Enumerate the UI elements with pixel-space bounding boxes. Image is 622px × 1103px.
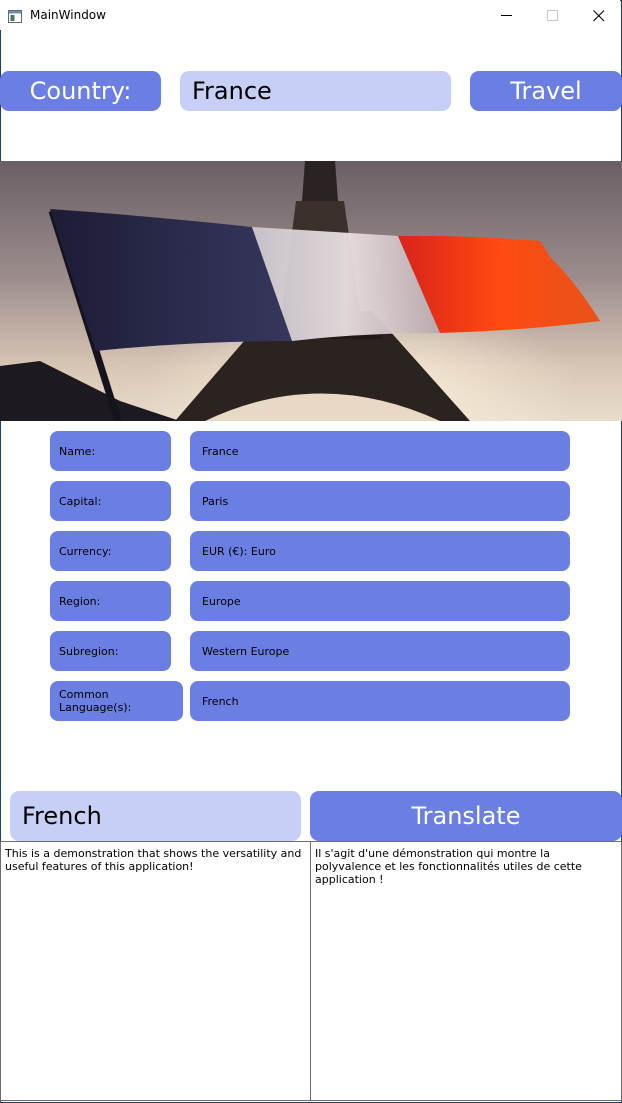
maximize-icon	[547, 10, 558, 21]
region-value: Europe	[190, 581, 570, 621]
translated-text-area[interactable]: Il s'agit d'une démonstration qui montre…	[310, 841, 622, 1101]
name-value: France	[190, 431, 570, 471]
subregion-value: Western Europe	[190, 631, 570, 671]
currency-label: Currency:	[50, 531, 171, 571]
name-label: Name:	[50, 431, 171, 471]
subregion-label: Subregion:	[50, 631, 171, 671]
capital-label: Capital:	[50, 481, 171, 521]
language-value: French	[190, 681, 570, 721]
minimize-button[interactable]	[484, 0, 530, 30]
app-icon	[8, 8, 22, 23]
region-label: Region:	[50, 581, 171, 621]
title-bar: MainWindow	[0, 0, 620, 30]
country-photo	[0, 161, 622, 421]
target-language-input[interactable]: French	[10, 791, 301, 841]
language-label: Common Language(s):	[50, 681, 183, 721]
source-text-area[interactable]: This is a demonstration that shows the v…	[0, 841, 311, 1101]
window-title: MainWindow	[30, 8, 106, 22]
translate-button[interactable]: Translate	[310, 791, 622, 841]
minimize-icon	[501, 15, 512, 16]
capital-value: Paris	[190, 481, 570, 521]
country-input[interactable]: France	[180, 71, 451, 111]
travel-button[interactable]: Travel	[470, 71, 622, 111]
country-label: Country:	[0, 71, 161, 111]
close-button[interactable]	[576, 0, 622, 30]
close-icon	[593, 10, 605, 22]
maximize-button[interactable]	[530, 0, 576, 30]
currency-value: EUR (€): Euro	[190, 531, 570, 571]
